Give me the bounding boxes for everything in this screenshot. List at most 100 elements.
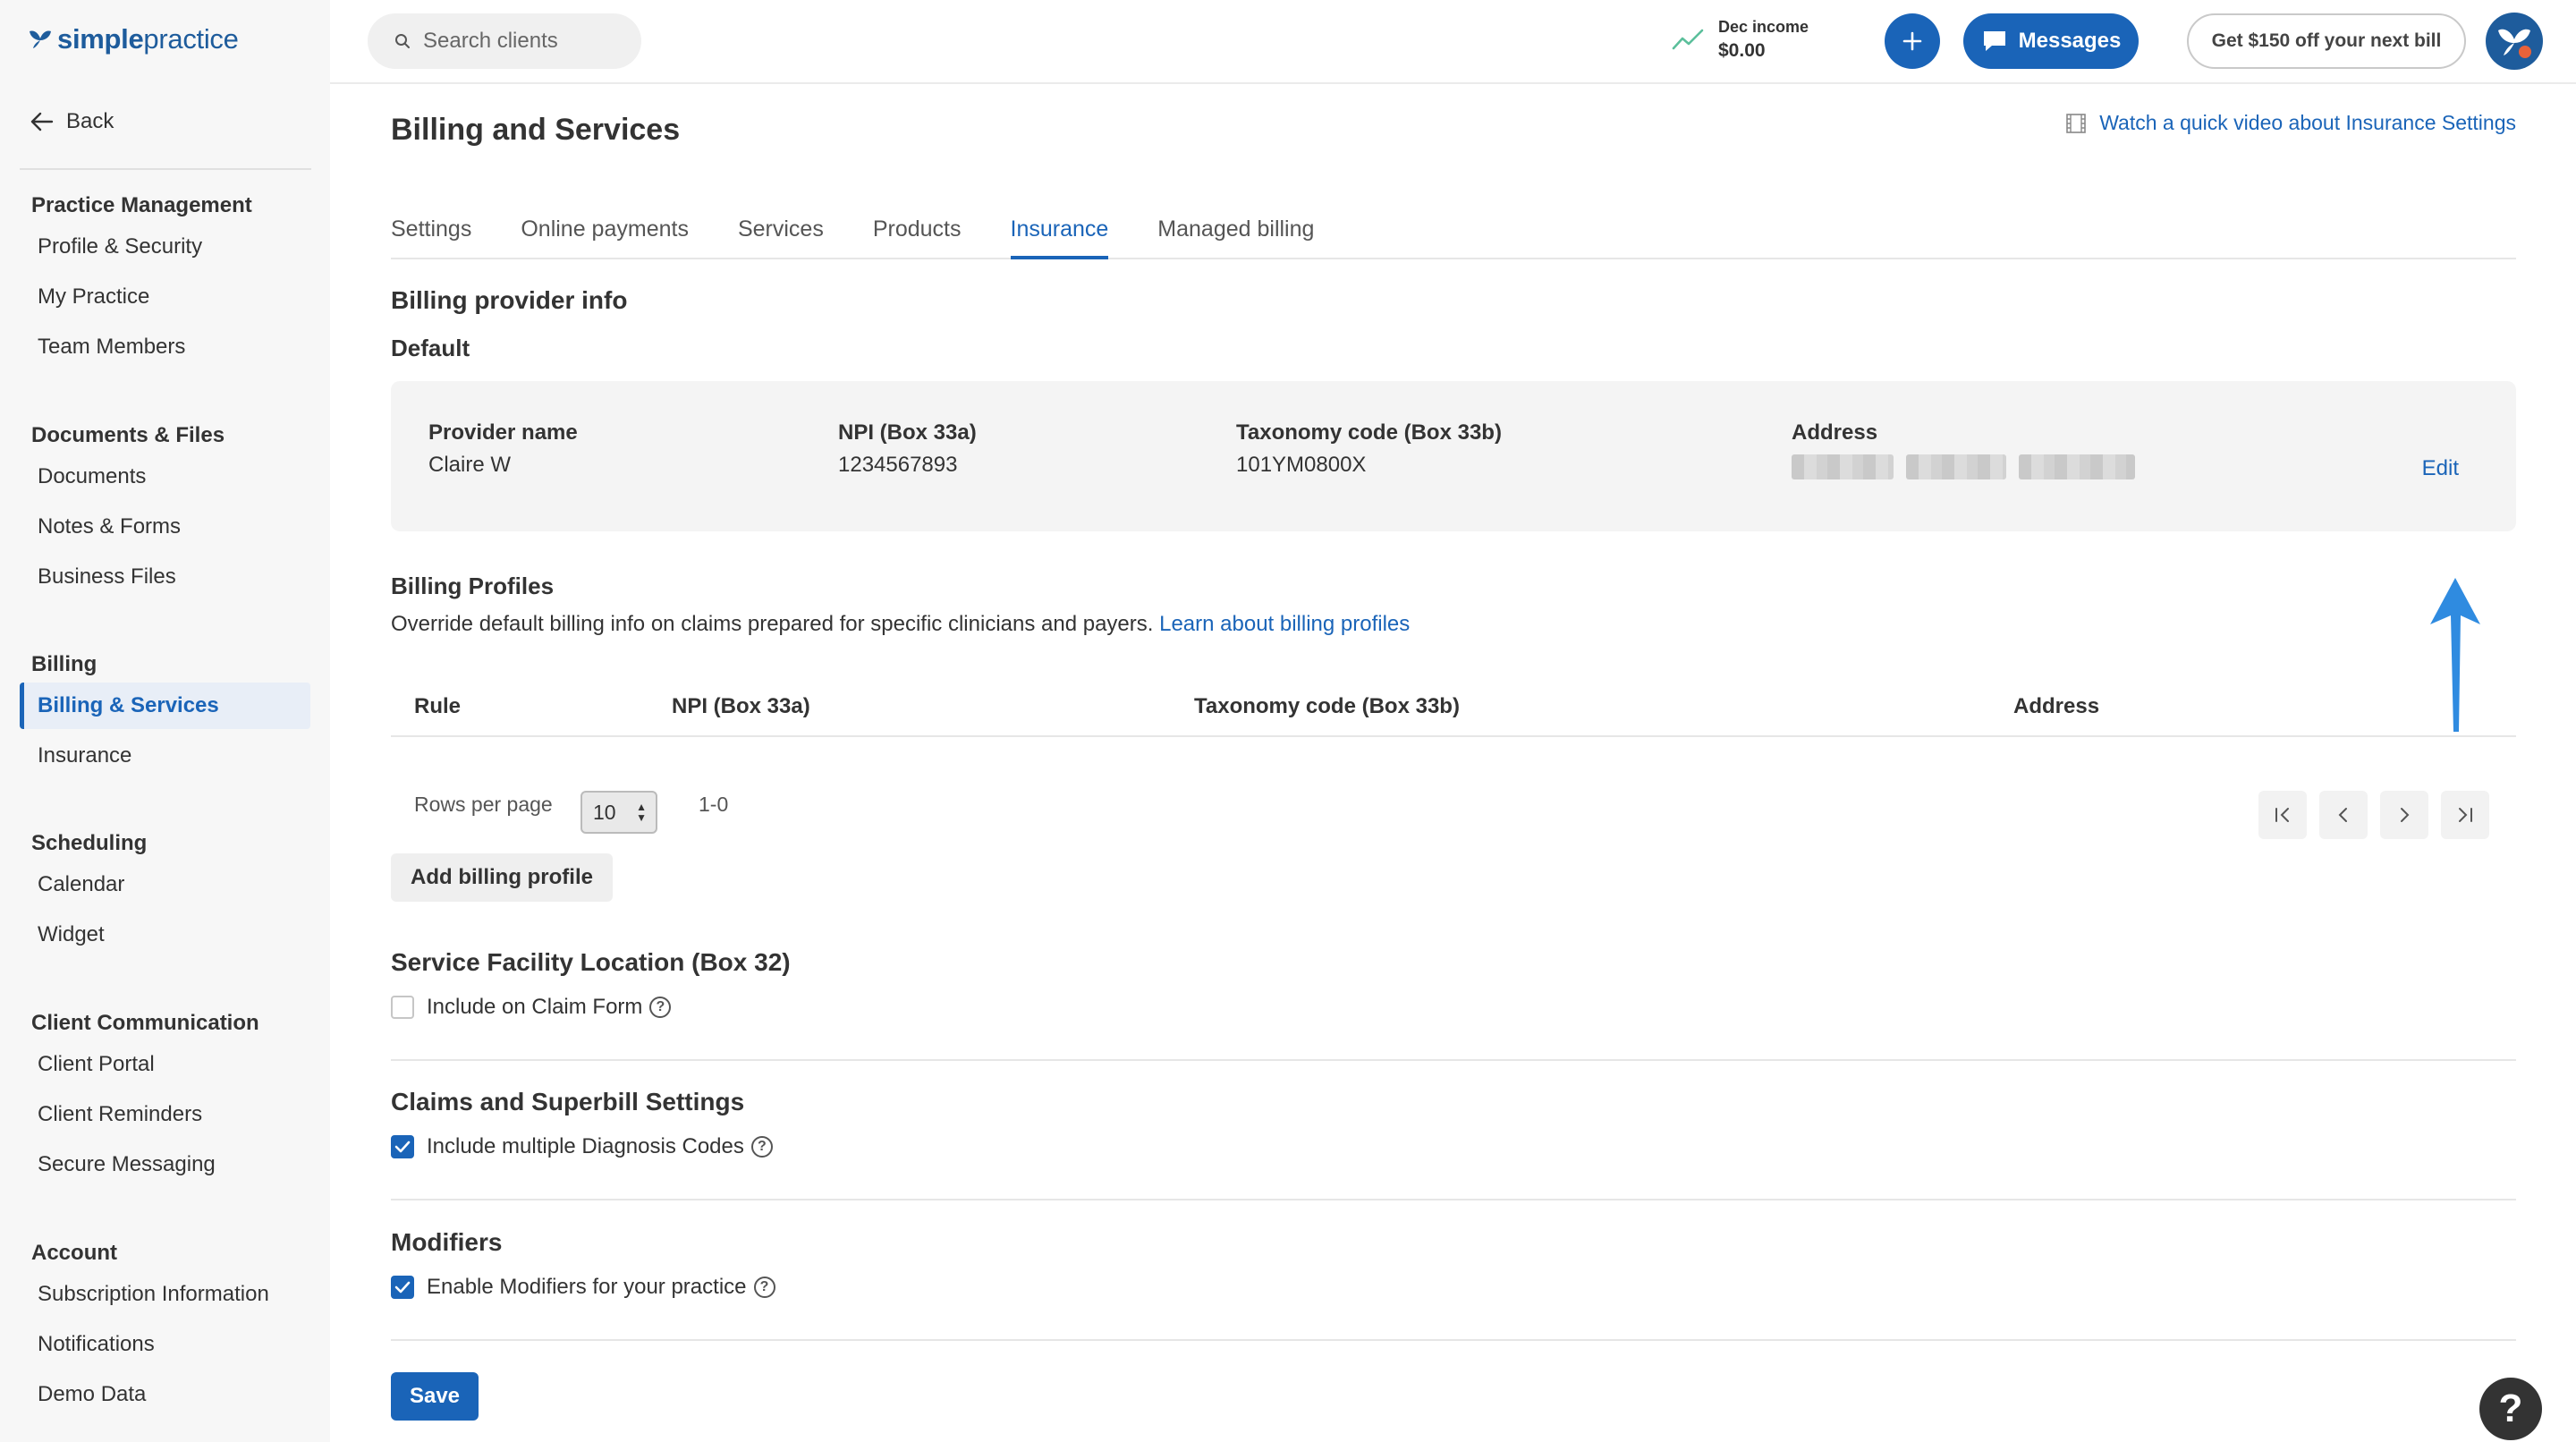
address-label: Address <box>1792 420 1878 445</box>
income-value: $0.00 <box>1718 40 1766 61</box>
sidebar-item-calendar[interactable]: Calendar <box>20 861 310 908</box>
sidebar-item-documents[interactable]: Documents <box>20 454 310 500</box>
pagination-range: 1-0 <box>699 793 729 816</box>
pagination-controls <box>2258 791 2489 839</box>
modifiers-heading: Modifiers <box>391 1228 503 1256</box>
section-divider <box>391 1199 2516 1200</box>
description-text: Override default billing info on claims … <box>391 612 1154 636</box>
tab-services[interactable]: Services <box>738 209 824 259</box>
sidebar-item-subscription-information[interactable]: Subscription Information <box>20 1271 310 1318</box>
sidebar-item-business-files[interactable]: Business Files <box>20 554 310 600</box>
avatar[interactable] <box>2486 13 2543 70</box>
arrow-left-icon <box>30 112 54 131</box>
rows-per-page-label: Rows per page <box>414 793 553 816</box>
rows-per-page-select[interactable]: 10 ▲ ▼ <box>580 791 657 834</box>
sidebar-item-widget[interactable]: Widget <box>20 912 310 958</box>
help-circle-icon[interactable]: ? <box>649 997 672 1018</box>
tab-managed-billing[interactable]: Managed billing <box>1157 209 1314 259</box>
search-icon <box>395 34 410 48</box>
search-input[interactable] <box>423 29 620 54</box>
column-header-address: Address <box>2013 694 2100 718</box>
sidebar-section-client-communication: Client Communication Client Portal Clien… <box>0 1005 330 1188</box>
sidebar-item-client-reminders[interactable]: Client Reminders <box>20 1091 310 1138</box>
sidebar-item-notifications[interactable]: Notifications <box>20 1321 310 1368</box>
sidebar-heading: Practice Management <box>31 193 252 217</box>
add-billing-profile-button[interactable]: Add billing profile <box>391 853 613 902</box>
sidebar-item-profile-security[interactable]: Profile & Security <box>20 224 310 270</box>
video-link-label: Watch a quick video about Insurance Sett… <box>2099 111 2516 134</box>
trend-up-icon <box>1672 29 1704 50</box>
first-page-button[interactable] <box>2258 791 2307 839</box>
sidebar-heading: Billing <box>31 652 97 676</box>
billing-profiles-heading: Billing Profiles <box>391 573 555 599</box>
help-button[interactable]: ? <box>2479 1378 2542 1440</box>
sidebar-section-billing: Billing Billing & Services Insurance <box>0 647 330 779</box>
sidebar-item-my-practice[interactable]: My Practice <box>20 274 310 320</box>
sidebar-item-insurance[interactable]: Insurance <box>20 733 310 779</box>
include-on-claim-form-label: Include on Claim Form <box>427 995 643 1019</box>
butterfly-logo-icon <box>30 30 51 48</box>
sidebar-divider <box>20 168 311 170</box>
video-link[interactable]: Watch a quick video about Insurance Sett… <box>2065 111 2516 135</box>
column-header-rule: Rule <box>414 694 462 718</box>
billing-profiles-description: Override default billing info on claims … <box>391 612 1410 637</box>
first-page-icon <box>2275 808 2289 822</box>
page-title: Billing and Services <box>391 113 681 147</box>
enable-modifiers-label: Enable Modifiers for your practice <box>427 1275 747 1299</box>
address-redacted <box>1792 454 2135 479</box>
sidebar: simplepractice Back Practice Management … <box>0 0 330 1442</box>
edit-provider-link[interactable]: Edit <box>2422 456 2459 481</box>
sidebar-item-demo-data[interactable]: Demo Data <box>20 1371 310 1418</box>
billing-provider-heading: Billing provider info <box>391 286 628 314</box>
taxonomy-value: 101YM0800X <box>1236 453 1367 477</box>
income-widget[interactable]: Dec income $0.00 <box>1672 15 1809 64</box>
default-label: Default <box>391 335 470 361</box>
learn-billing-profiles-link[interactable]: Learn about billing profiles <box>1159 612 1410 636</box>
modifiers-checkbox-row: Enable Modifiers for your practice ? <box>391 1275 775 1300</box>
help-circle-icon[interactable]: ? <box>753 1277 775 1298</box>
messages-button[interactable]: Messages <box>1963 13 2139 69</box>
sidebar-item-client-portal[interactable]: Client Portal <box>20 1041 310 1088</box>
top-bar: Dec income $0.00 Messages Get $150 off y… <box>330 0 2576 84</box>
save-button[interactable]: Save <box>391 1372 479 1421</box>
tab-settings[interactable]: Settings <box>391 209 471 259</box>
film-icon <box>2066 113 2086 133</box>
promo-button[interactable]: Get $150 off your next bill <box>2187 13 2466 69</box>
tab-insurance[interactable]: Insurance <box>1010 209 1109 259</box>
checkmark-icon <box>394 1281 411 1294</box>
next-page-button[interactable] <box>2380 791 2428 839</box>
income-label: Dec income <box>1718 18 1809 36</box>
help-circle-icon[interactable]: ? <box>750 1136 773 1158</box>
tabs: Settings Online payments Services Produc… <box>391 209 2516 259</box>
include-on-claim-form-checkbox[interactable] <box>391 996 414 1019</box>
sidebar-item-notes-forms[interactable]: Notes & Forms <box>20 504 310 550</box>
column-header-taxonomy: Taxonomy code (Box 33b) <box>1194 694 1460 718</box>
previous-page-button[interactable] <box>2319 791 2368 839</box>
claims-superbill-heading: Claims and Superbill Settings <box>391 1088 745 1115</box>
include-multiple-diagnosis-codes-label: Include multiple Diagnosis Codes <box>427 1134 744 1158</box>
enable-modifiers-checkbox[interactable] <box>391 1276 414 1299</box>
include-multiple-diagnosis-codes-checkbox[interactable] <box>391 1135 414 1158</box>
checkmark-icon <box>394 1141 411 1153</box>
taxonomy-label: Taxonomy code (Box 33b) <box>1236 420 1502 445</box>
create-button[interactable] <box>1885 13 1940 69</box>
provider-name-label: Provider name <box>428 420 578 445</box>
provider-name-value: Claire W <box>428 453 512 477</box>
last-page-icon <box>2459 808 2472 822</box>
sidebar-item-secure-messaging[interactable]: Secure Messaging <box>20 1141 310 1188</box>
sidebar-item-team-members[interactable]: Team Members <box>20 324 310 370</box>
sidebar-heading: Client Communication <box>31 1011 259 1035</box>
last-page-button[interactable] <box>2441 791 2489 839</box>
messages-label: Messages <box>2018 29 2122 53</box>
tab-products[interactable]: Products <box>873 209 962 259</box>
npi-column: NPI (Box 33a) 1234567893 <box>838 417 977 481</box>
sidebar-heading: Documents & Files <box>31 423 225 447</box>
taxonomy-column: Taxonomy code (Box 33b) 101YM0800X <box>1236 417 1502 481</box>
sidebar-item-billing-services[interactable]: Billing & Services <box>20 683 310 729</box>
sidebar-section-documents-files: Documents & Files Documents Notes & Form… <box>0 418 330 600</box>
sidebar-heading: Scheduling <box>31 831 148 855</box>
logo[interactable]: simplepractice <box>27 20 239 59</box>
back-button[interactable]: Back <box>30 109 114 134</box>
search-box[interactable] <box>368 13 641 69</box>
tab-online-payments[interactable]: Online payments <box>521 209 689 259</box>
